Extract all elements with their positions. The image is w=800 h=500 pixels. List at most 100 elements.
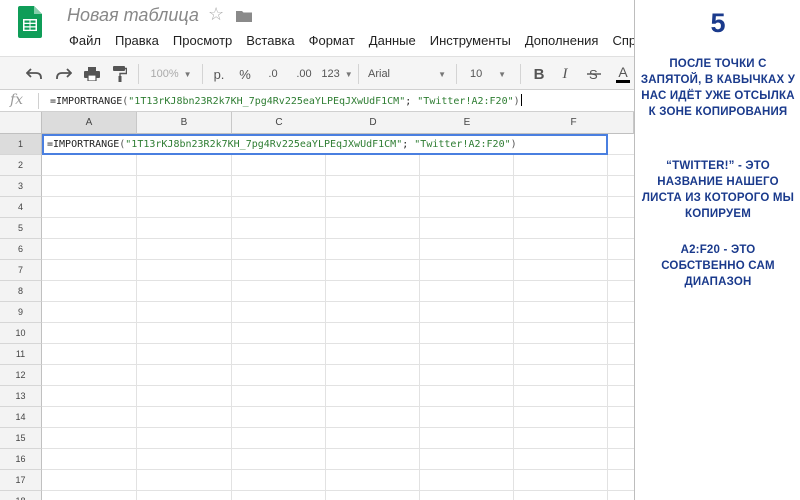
column-header-e[interactable]: E	[420, 112, 515, 134]
chevron-down-icon: ▼	[498, 69, 506, 79]
menu-addons[interactable]: Дополнения	[518, 31, 606, 50]
row-gridline	[42, 385, 634, 386]
menu-edit[interactable]: Правка	[108, 31, 166, 50]
row-header-1[interactable]: 1	[0, 134, 42, 155]
percent-format-button[interactable]: %	[234, 57, 256, 89]
row-header-8[interactable]: 8	[0, 281, 42, 302]
toolbar-separator	[456, 64, 457, 84]
toolbar-separator	[202, 64, 203, 84]
formula-input[interactable]: =IMPORTRANGE("1T13rKJ8bn23R2k7KH_7pg4Rv2…	[50, 94, 522, 107]
cell-range-string: "Twitter!A2:F20"	[414, 139, 511, 150]
chevron-down-icon: ▼	[344, 69, 353, 79]
row-header-13[interactable]: 13	[0, 386, 42, 407]
cell-spreadsheet-key: "1T13rKJ8bn23R2k7KH_7pg4Rv225eaYLPEqJXwU…	[125, 139, 403, 150]
italic-button[interactable]: I	[554, 57, 576, 89]
bold-button[interactable]: B	[528, 57, 550, 89]
currency-format-button[interactable]: р.	[208, 57, 230, 89]
row-gridline	[42, 259, 634, 260]
row-gridline	[42, 322, 634, 323]
folder-icon[interactable]	[236, 10, 252, 22]
formula-function: =IMPORTRANGE	[50, 96, 123, 107]
row-header-7[interactable]: 7	[0, 260, 42, 281]
formula-spreadsheet-key: "1T13rKJ8bn23R2k7KH_7pg4Rv225eaYLPEqJXwU…	[128, 96, 406, 107]
column-gridline	[136, 134, 137, 500]
annotation-panel: 5 после точки с запятой, в кавычках у на…	[634, 0, 800, 500]
row-header-10[interactable]: 10	[0, 323, 42, 344]
column-gridline	[607, 134, 608, 500]
document-title[interactable]: Новая таблица	[67, 5, 199, 26]
strikethrough-icon[interactable]: S	[582, 57, 606, 89]
row-gridline	[42, 490, 634, 491]
column-gridline	[419, 134, 420, 500]
number-format-select[interactable]: 123 ▼	[320, 57, 354, 89]
column-header-b[interactable]: B	[137, 112, 232, 134]
paint-format-icon[interactable]	[108, 57, 132, 89]
font-size-select[interactable]: 10 ▼	[462, 57, 514, 89]
sheets-logo-icon[interactable]	[18, 6, 42, 38]
menu-bar: Файл Правка Просмотр Вставка Формат Данн…	[62, 31, 670, 50]
menu-insert[interactable]: Вставка	[239, 31, 301, 50]
row-header-5[interactable]: 5	[0, 218, 42, 239]
row-header-14[interactable]: 14	[0, 407, 42, 428]
row-header-15[interactable]: 15	[0, 428, 42, 449]
row-gridline	[42, 301, 634, 302]
menu-view[interactable]: Просмотр	[166, 31, 239, 50]
text-color-button[interactable]: A	[612, 57, 634, 89]
annotation-text-1: после точки с запятой, в кавычках у нас …	[640, 58, 796, 118]
row-header-16[interactable]: 16	[0, 449, 42, 470]
formula-range-string: "Twitter!A2:F20"	[417, 96, 514, 107]
column-header-d[interactable]: D	[326, 112, 421, 134]
print-icon[interactable]	[80, 57, 104, 89]
row-gridline	[42, 175, 634, 176]
decrease-decimal-button[interactable]: .0	[260, 57, 286, 89]
row-gridline	[42, 196, 634, 197]
menu-data[interactable]: Данные	[362, 31, 423, 50]
zoom-value: 100%	[150, 68, 179, 80]
redo-icon[interactable]	[52, 57, 76, 89]
row-gridline	[42, 364, 634, 365]
row-gridline	[42, 280, 634, 281]
increase-decimal-button[interactable]: .00	[290, 57, 318, 89]
row-header-6[interactable]: 6	[0, 239, 42, 260]
column-gridline	[231, 134, 232, 500]
column-header-c[interactable]: C	[232, 112, 327, 134]
menu-format[interactable]: Формат	[302, 31, 362, 50]
row-gridline	[42, 469, 634, 470]
undo-icon[interactable]	[22, 57, 46, 89]
cell-a1-editor[interactable]: =IMPORTRANGE("1T13rKJ8bn23R2k7KH_7pg4Rv2…	[42, 134, 608, 155]
text-color-swatch	[616, 80, 630, 83]
row-gridline	[42, 217, 634, 218]
step-number: 5	[710, 8, 726, 38]
row-header-12[interactable]: 12	[0, 365, 42, 386]
toolbar-separator	[358, 64, 359, 84]
column-gridline	[513, 134, 514, 500]
formula-separator: ;	[405, 96, 418, 107]
row-header-4[interactable]: 4	[0, 197, 42, 218]
row-header-17[interactable]: 17	[0, 470, 42, 491]
row-header-9[interactable]: 9	[0, 302, 42, 323]
column-gridline	[325, 134, 326, 500]
column-header-f[interactable]: F	[514, 112, 634, 134]
fx-icon: fx	[10, 92, 24, 108]
spreadsheet-grid[interactable]: ABCDEF 123456789101112131415161718 =IMPO…	[0, 112, 634, 500]
chevron-down-icon: ▼	[183, 69, 192, 79]
formula-bar: fx =IMPORTRANGE("1T13rKJ8bn23R2k7KH_7pg4…	[0, 90, 634, 112]
zoom-select[interactable]: 100% ▼	[146, 57, 196, 89]
toolbar: 100% ▼ р. % .0 .00 123 ▼ Arial ▼ 10 ▼ B I S …	[0, 56, 634, 90]
row-header-3[interactable]: 3	[0, 176, 42, 197]
select-all-corner[interactable]	[0, 112, 42, 134]
row-header-2[interactable]: 2	[0, 155, 42, 176]
row-gridline	[42, 238, 634, 239]
toolbar-separator	[520, 64, 521, 84]
toolbar-separator	[138, 64, 139, 84]
row-gridline	[42, 427, 634, 428]
row-header-18[interactable]: 18	[0, 491, 42, 500]
formula-bar-separator	[38, 93, 39, 109]
row-header-11[interactable]: 11	[0, 344, 42, 365]
menu-tools[interactable]: Инструменты	[423, 31, 518, 50]
column-header-a[interactable]: A	[42, 112, 137, 134]
font-family-select[interactable]: Arial ▼	[364, 57, 450, 89]
menu-file[interactable]: Файл	[62, 31, 108, 50]
row-gridline	[42, 406, 634, 407]
star-icon[interactable]: ☆	[208, 4, 224, 25]
